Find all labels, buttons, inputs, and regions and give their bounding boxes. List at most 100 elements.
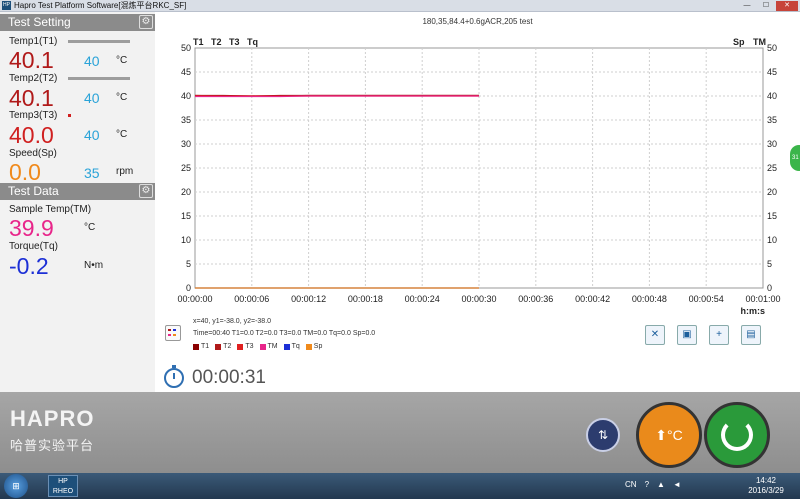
start-button[interactable] [704, 402, 770, 468]
add-chart-icon[interactable]: + [709, 325, 729, 345]
sp-unit: rpm [116, 166, 134, 177]
test-data-title: Test Data [8, 184, 59, 198]
tq-value: -0.2 [9, 253, 49, 279]
close-button[interactable]: ✕ [776, 1, 798, 11]
start-menu-icon[interactable]: ⊞ [4, 474, 28, 498]
legend-label: Sp [313, 343, 323, 350]
tq-unit: N•m [84, 260, 104, 271]
sp-value: 0.0 [9, 159, 41, 185]
taskbar-app-button[interactable]: HP RHEO [48, 475, 78, 497]
y-tick-left: 25 [181, 163, 191, 173]
test-data-header: Test Data ⚙ [0, 183, 155, 200]
tm-value: 39.9 [9, 215, 54, 241]
data-gear-icon[interactable]: ⚙ [139, 184, 153, 198]
series-header-right: TM [753, 37, 766, 47]
clear-chart-icon[interactable]: ✕ [645, 325, 665, 345]
cursor-info-line1: x=40, y1=-38.0, y2=-38.0 [193, 318, 272, 325]
window-title: Hapro Test Platform Software[混炼平台RKC_SF] [14, 1, 187, 10]
y-tick-right: 10 [767, 235, 777, 245]
t1-level-bar [68, 40, 130, 43]
t1-value: 40.1 [9, 47, 54, 73]
series-legend: T1 T2 T3 TM Tq Sp [193, 343, 322, 350]
legend-item-tq[interactable]: Tq [283, 343, 300, 350]
taskbar-app-logo: HP [58, 478, 68, 485]
window-controls: — ☐ ✕ [738, 1, 798, 11]
legend-label: T2 [223, 343, 232, 350]
help-icon[interactable]: ? [645, 480, 649, 489]
heat-button[interactable]: ⬆°C [636, 402, 702, 468]
left-panel: Test Setting ⚙ Temp1(T1) 40.1 40 °C Temp… [0, 12, 155, 392]
t2-label: Temp2(T2) [9, 73, 58, 84]
taskbar-time: 14:42 [755, 476, 777, 485]
y-tick-left: 5 [186, 259, 191, 269]
x-tick-label: 00:00:06 [234, 294, 269, 304]
system-tray: CN ? ▲ ◄ [625, 480, 681, 489]
x-tick-label: 00:00:42 [575, 294, 610, 304]
x-tick-label: 00:00:30 [461, 294, 496, 304]
y-tick-left: 45 [181, 67, 191, 77]
legend-swatch [305, 343, 312, 350]
network-icon[interactable]: ▲ [657, 480, 665, 489]
x-tick-label: 00:00:54 [689, 294, 724, 304]
t2-setpoint[interactable]: 40 [84, 90, 100, 106]
legend-item-t2[interactable]: T2 [215, 343, 231, 350]
legend-item-t3[interactable]: T3 [237, 343, 254, 350]
legend-item-t1[interactable]: T1 [193, 343, 209, 350]
rotor-toggle-button[interactable]: ⇅ [586, 418, 620, 452]
chart-svg[interactable]: 0 0 5 5 10 10 15 15 20 20 25 25 30 30 35 35 40 40 45 45 50 50… [155, 12, 800, 317]
y-tick-right: 5 [767, 259, 772, 269]
t3-setpoint[interactable]: 40 [84, 127, 100, 143]
x-tick-label: 00:00:00 [177, 294, 212, 304]
volume-icon[interactable]: ◄ [673, 480, 681, 489]
test-setting-title: Test Setting [8, 15, 71, 29]
y-tick-right: 30 [767, 139, 777, 149]
elapsed-timer: 00:00:31 [164, 365, 266, 389]
series-header-left: T3 [229, 37, 240, 47]
y-tick-right: 20 [767, 187, 777, 197]
t3-level-bar [68, 114, 71, 117]
legend-item-tm[interactable]: TM [259, 343, 278, 350]
t3-value: 40.0 [9, 122, 54, 148]
t1-setpoint[interactable]: 40 [84, 53, 100, 69]
series-header-left: T2 [211, 37, 222, 47]
x-tick-label: 00:01:00 [745, 294, 780, 304]
open-folder-icon[interactable]: ▤ [741, 325, 761, 345]
taskbar: ⊞ HP RHEO CN ? ▲ ◄ 14:42 2016/3/29 [0, 473, 800, 499]
legend-swatch [237, 343, 244, 350]
app-logo-icon: HP [2, 1, 11, 10]
y-tick-left: 40 [181, 91, 191, 101]
legend-swatch [259, 343, 266, 350]
tq-label: Torque(Tq) [9, 241, 58, 252]
language-indicator[interactable]: CN [625, 480, 637, 489]
taskbar-clock[interactable]: 14:42 2016/3/29 [740, 476, 792, 496]
t2-value: 40.1 [9, 85, 54, 111]
sp-setpoint[interactable]: 35 [84, 165, 100, 181]
y-tick-left: 15 [181, 211, 191, 221]
brand-name: HAPRO [10, 406, 95, 431]
y-tick-right: 25 [767, 163, 777, 173]
y-tick-left: 0 [186, 283, 191, 293]
y-tick-left: 50 [181, 43, 191, 53]
maximize-button[interactable]: ☐ [757, 1, 775, 11]
save-icon[interactable]: ▣ [677, 325, 697, 345]
settings-gear-icon[interactable]: ⚙ [139, 15, 153, 29]
t3-label: Temp3(T3) [9, 110, 58, 121]
brand-subtitle: 哈普实验平台 [10, 438, 95, 453]
x-axis-label: h:m:s [741, 306, 766, 316]
legend-toggle-icon[interactable] [165, 325, 181, 341]
y-tick-left: 10 [181, 235, 191, 245]
side-tab[interactable]: 31 [790, 145, 800, 171]
series-header-left: T1 [193, 37, 204, 47]
taskbar-date: 2016/3/29 [748, 486, 784, 495]
test-setting-header: Test Setting ⚙ [0, 14, 155, 31]
legend-item-sp[interactable]: Sp [305, 343, 323, 350]
x-tick-label: 00:00:12 [291, 294, 326, 304]
sp-label: Speed(Sp) [9, 148, 57, 159]
start-cycle-icon [721, 419, 753, 451]
taskbar-app-sub: RHEO [52, 488, 74, 495]
series-header-right: Sp [733, 37, 745, 47]
tm-label: Sample Temp(TM) [9, 204, 92, 215]
stopwatch-icon [164, 365, 184, 388]
minimize-button[interactable]: — [738, 1, 756, 11]
elapsed-time: 00:00:31 [192, 367, 266, 388]
